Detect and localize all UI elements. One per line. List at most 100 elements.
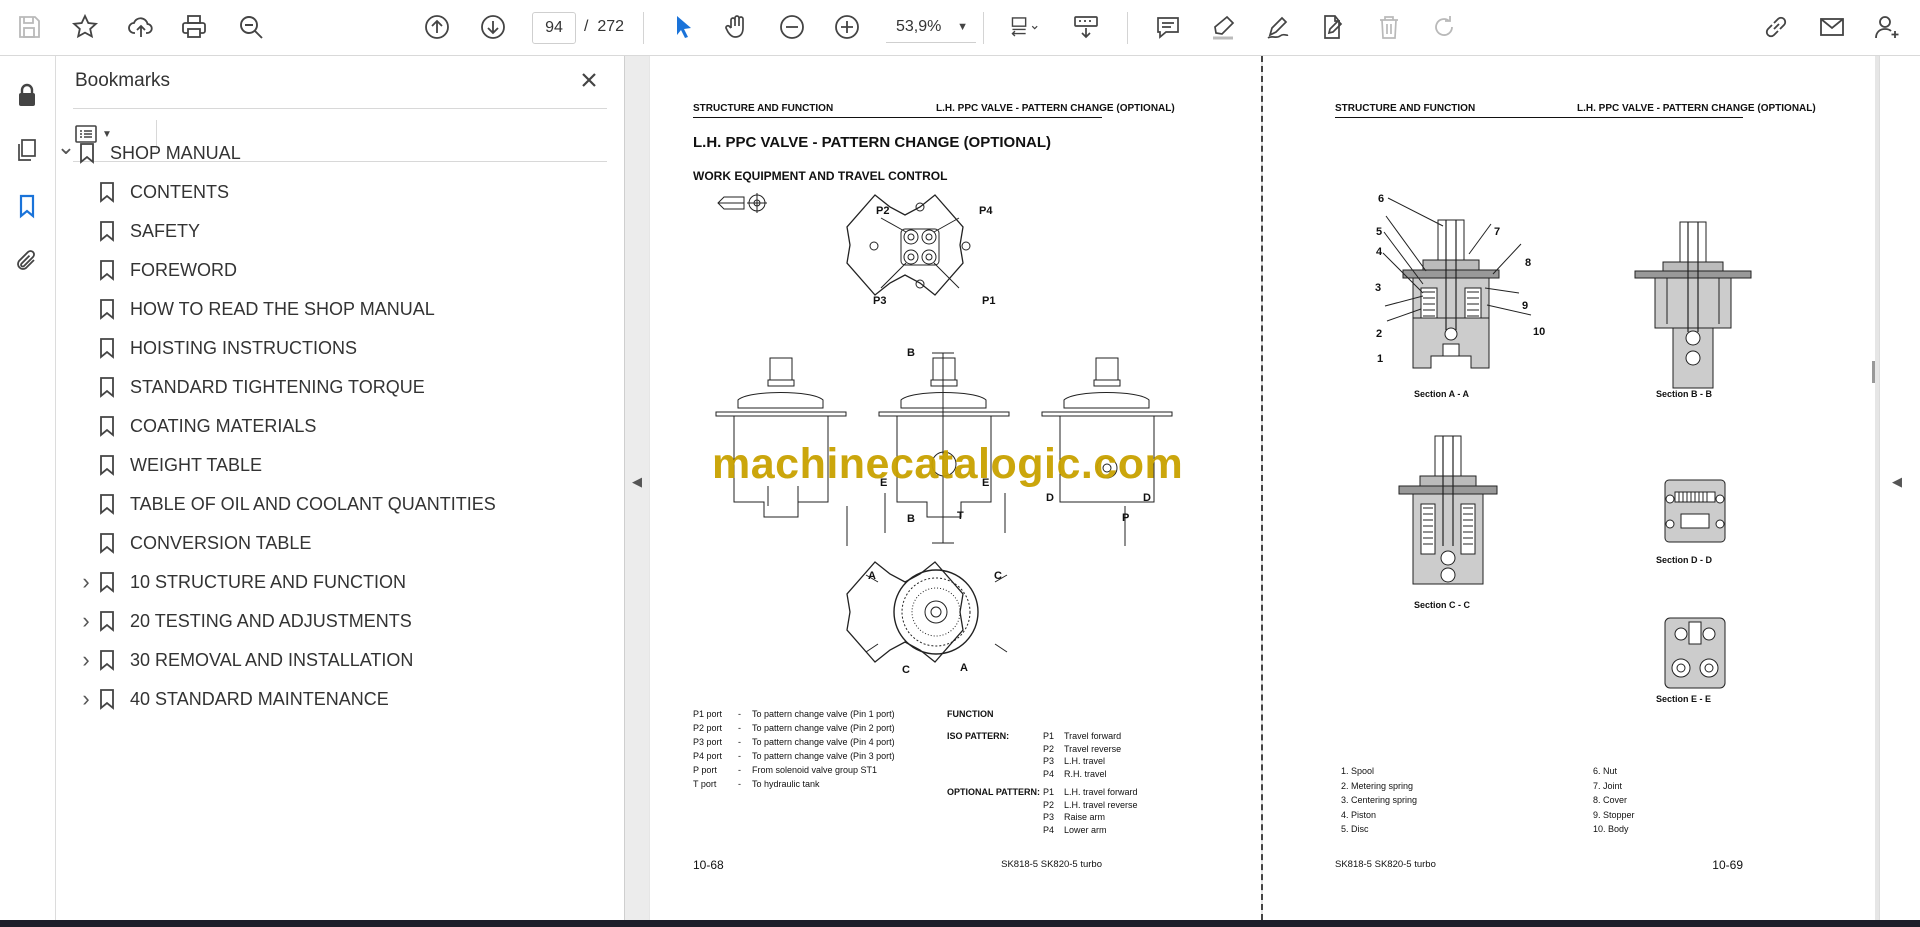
- left-tool-rail: [0, 56, 56, 920]
- bookmark-item[interactable]: › 10 STRUCTURE AND FUNCTION: [76, 567, 406, 597]
- port-dash: -: [738, 709, 741, 719]
- bookmark-item[interactable]: › 20 TESTING AND ADJUSTMENTS: [74, 606, 412, 636]
- bookmark-label: SHOP MANUAL: [110, 142, 241, 163]
- scrollbar-thumb[interactable]: [1872, 361, 1875, 383]
- chevron-down-icon[interactable]: ⌄: [54, 134, 78, 160]
- zoom-out-icon[interactable]: [773, 8, 811, 46]
- bookmark-label: 40 STANDARD MAINTENANCE: [130, 688, 389, 709]
- select-pointer-icon[interactable]: [664, 8, 702, 46]
- part-row: 5. Disc: [1341, 824, 1369, 834]
- draw-pen-icon[interactable]: [1259, 8, 1297, 46]
- bookmark-label: TABLE OF OIL AND COOLANT QUANTITIES: [130, 493, 496, 514]
- bookmark-icon: [100, 338, 114, 359]
- label-a-bottom: A: [960, 662, 968, 674]
- callout-6: 6: [1378, 193, 1385, 205]
- label-d-left: D: [1046, 492, 1054, 504]
- label-c-top: C: [994, 570, 1002, 582]
- chevron-right-icon[interactable]: ›: [74, 647, 98, 673]
- page-thumbnails-icon[interactable]: [10, 133, 44, 167]
- label-b-bottom: B: [907, 513, 915, 525]
- bookmark-item[interactable]: › 30 REMOVAL AND INSTALLATION: [76, 645, 413, 675]
- section-dd-label: Section D - D: [1656, 555, 1713, 565]
- chevron-down-icon: ▼: [957, 21, 968, 33]
- pattern-desc: Travel forward: [1064, 731, 1122, 741]
- bookmark-icon: [100, 455, 114, 476]
- bookmark-icon: [100, 494, 114, 515]
- bookmark-label: 20 TESTING AND ADJUSTMENTS: [130, 610, 412, 631]
- pattern-port: P1: [1043, 731, 1055, 741]
- footer-model-left: SK818-5 SK820-5 turbo: [1001, 859, 1102, 870]
- trash-icon[interactable]: [1370, 8, 1408, 46]
- bookmark-item[interactable]: WEIGHT TABLE: [76, 450, 262, 480]
- zoom-in-icon[interactable]: [828, 8, 866, 46]
- page-total: / 272: [584, 12, 624, 42]
- bookmark-label: COATING MATERIALS: [130, 415, 317, 436]
- bookmark-item[interactable]: SAFETY: [76, 216, 200, 246]
- chevron-right-icon[interactable]: ›: [74, 569, 98, 595]
- pattern-desc: Raise arm: [1064, 812, 1106, 822]
- section-aa-drawing: [1382, 197, 1532, 369]
- part-row: 2. Metering spring: [1341, 780, 1414, 791]
- port-dash: -: [738, 751, 741, 761]
- panel-splitter[interactable]: ◀: [625, 56, 649, 920]
- page-fit-icon[interactable]: [1000, 8, 1048, 46]
- callout-1: 1: [1377, 353, 1384, 365]
- share-link-icon[interactable]: [1757, 8, 1795, 46]
- highlight-pen-icon[interactable]: [1204, 8, 1242, 46]
- bookmark-item[interactable]: TABLE OF OIL AND COOLANT QUANTITIES: [76, 489, 496, 519]
- bookmark-item[interactable]: CONVERSION TABLE: [76, 528, 311, 558]
- add-user-icon[interactable]: [1868, 8, 1906, 46]
- label-p2: P2: [876, 205, 890, 217]
- bookmark-item[interactable]: › 40 STANDARD MAINTENANCE: [74, 684, 389, 714]
- email-icon[interactable]: [1813, 8, 1851, 46]
- pattern-port: P3: [1043, 756, 1055, 766]
- print-icon[interactable]: [175, 8, 213, 46]
- zoom-select[interactable]: 53,9% ▼: [886, 12, 976, 43]
- chevron-right-icon[interactable]: ›: [74, 608, 98, 634]
- toolbar-divider: [983, 12, 984, 44]
- label-p1: P1: [982, 295, 996, 307]
- zoom-search-icon[interactable]: [232, 8, 270, 46]
- bookmark-item[interactable]: HOISTING INSTRUCTIONS: [76, 333, 357, 363]
- lock-icon[interactable]: [10, 78, 44, 112]
- upload-cloud-icon[interactable]: [122, 8, 160, 46]
- bookmark-item[interactable]: STANDARD TIGHTENING TORQUE: [76, 372, 425, 402]
- previous-page-icon[interactable]: [418, 8, 456, 46]
- bookmark-label: WEIGHT TABLE: [130, 454, 263, 475]
- label-t: T: [957, 510, 964, 522]
- port-desc: To pattern change valve (Pin 2 port): [752, 723, 895, 733]
- bookmark-label: SAFETY: [130, 220, 201, 241]
- right-panel-toggle-bar[interactable]: ◀: [1872, 56, 1920, 920]
- edit-document-icon[interactable]: [1314, 8, 1352, 46]
- bookmark-item[interactable]: HOW TO READ THE SHOP MANUAL: [76, 294, 435, 324]
- comment-icon[interactable]: [1149, 8, 1187, 46]
- label-p4: P4: [979, 205, 993, 217]
- star-icon[interactable]: [66, 8, 104, 46]
- bookmark-item[interactable]: ⌄ SHOP MANUAL: [56, 134, 241, 168]
- bookmark-icon: [100, 650, 114, 671]
- redo-icon[interactable]: [1425, 8, 1463, 46]
- optional-pattern-label: OPTIONAL PATTERN:: [947, 787, 1040, 797]
- chevron-right-icon[interactable]: ›: [74, 686, 98, 712]
- taskbar-strip: [0, 920, 1920, 927]
- bookmark-item[interactable]: COATING MATERIALS: [76, 411, 316, 441]
- scroll-mode-icon[interactable]: [1067, 8, 1105, 46]
- bookmark-icon: [100, 689, 114, 710]
- bookmark-label: FOREWORD: [130, 259, 237, 280]
- attachment-icon[interactable]: [10, 244, 44, 278]
- port-name: P1 port: [693, 709, 723, 719]
- bookmark-item[interactable]: CONTENTS: [76, 177, 229, 207]
- part-row: 6. Nut: [1593, 766, 1618, 776]
- bookmark-label: CONTENTS: [130, 181, 229, 202]
- bookmark-icon: [100, 260, 114, 281]
- bookmark-panel-icon[interactable]: [10, 189, 44, 223]
- hand-tool-icon[interactable]: [718, 8, 756, 46]
- close-icon[interactable]: [575, 66, 603, 94]
- page-number-input[interactable]: 94: [532, 12, 576, 44]
- bookmark-label: 10 STRUCTURE AND FUNCTION: [130, 571, 407, 592]
- pattern-port: P2: [1043, 799, 1055, 810]
- bookmark-item[interactable]: FOREWORD: [76, 255, 237, 285]
- next-page-icon[interactable]: [474, 8, 512, 46]
- save-icon[interactable]: [10, 8, 48, 46]
- collapse-left-icon: ◀: [632, 474, 642, 489]
